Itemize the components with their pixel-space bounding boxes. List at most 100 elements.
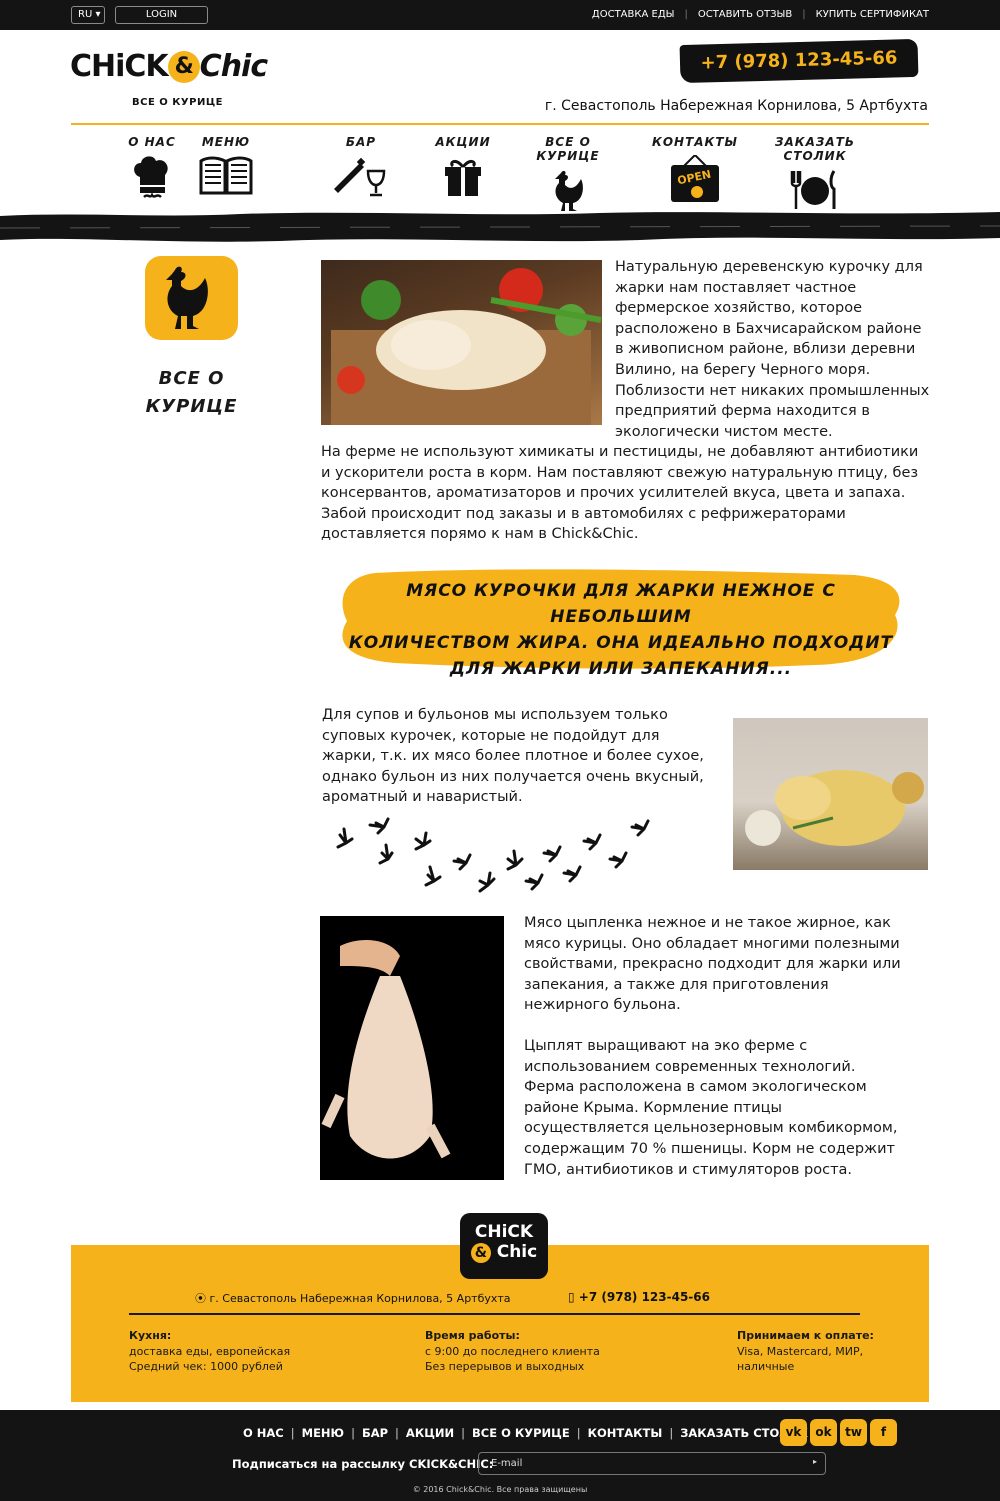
- separator: |: [684, 9, 688, 20]
- open-sign-icon: OPEN: [671, 155, 719, 202]
- side-chicken-badge: [145, 256, 238, 340]
- main-nav: О НАС МЕНЮ БАР АКЦИИ ВСЕ О КУРИЦЕ КОНТАК…: [100, 135, 900, 211]
- vk-icon[interactable]: vk: [780, 1419, 807, 1446]
- footer-phone-text: +7 (978) 123-45-66: [578, 1290, 710, 1304]
- chicken-photo: [745, 770, 924, 846]
- logo-chic: Chic: [199, 49, 268, 84]
- book-icon: [199, 156, 253, 195]
- paragraph-farm-details: На ферме не используют химикаты и пестиц…: [321, 444, 919, 543]
- email-placeholder: E-mail: [491, 1458, 523, 1469]
- nav-item-promo[interactable]: АКЦИИ: [408, 135, 518, 197]
- footer-address-text: г. Севастополь Набережная Корнилова, 5 А…: [209, 1292, 511, 1305]
- paragraph-chick-meat: Мясо цыпленка нежное и не такое жирное, …: [524, 915, 901, 1014]
- nav-item-contacts[interactable]: КОНТАКТЫ OPEN: [640, 135, 750, 203]
- login-button[interactable]: LOGIN: [115, 6, 208, 24]
- bottom-nav-menu[interactable]: МЕНЮ: [302, 1426, 344, 1440]
- logo[interactable]: CHiCK & Chic: [70, 49, 268, 84]
- nav-label: ВСЕ О КУРИЦЕ: [536, 135, 600, 163]
- subscribe-label: Подписаться на рассылку CKICK&CHIC:: [232, 1457, 494, 1471]
- footer-divider: [129, 1313, 860, 1315]
- separator: |: [576, 1426, 581, 1440]
- footer-payment-line: Visa, Mastercard, МИР,: [737, 1344, 864, 1358]
- logo-chick: CHiCK: [70, 49, 169, 84]
- top-links: ДОСТАВКА ЕДЫ | ОСТАВИТЬ ОТЗЫВ | КУПИТЬ С…: [592, 9, 929, 20]
- separator: |: [395, 1426, 399, 1440]
- paragraph-farm-intro: Натуральную деревенскую курочку для жарк…: [615, 259, 930, 440]
- nav-label: КОНТАКТЫ: [652, 135, 738, 149]
- footer-kitchen-line: Средний чек: 1000 рублей: [129, 1360, 283, 1373]
- side-title: ВСЕ О КУРИЦЕ: [145, 368, 238, 417]
- divider: [71, 123, 929, 125]
- quote-line: МЯСО КУРОЧКИ ДЛЯ ЖАРКИ НЕЖНОЕ С НЕБОЛЬШИ…: [406, 581, 836, 627]
- footer-logo-ampersand: &: [470, 1243, 491, 1263]
- bottom-nav-promo[interactable]: АКЦИИ: [406, 1426, 454, 1440]
- quote-line: ДЛЯ ЖАРКИ ИЛИ ЗАПЕКАНИЯ...: [449, 659, 793, 679]
- raw-chicken-vegetables-image: [321, 260, 602, 425]
- paragraph-soup-chicken: Для супов и бульонов мы используем тольк…: [322, 707, 704, 806]
- footer-logo[interactable]: CHiCK & Chic: [460, 1213, 548, 1279]
- footer-payment-line: наличные: [737, 1360, 795, 1373]
- footer-address: ⦿ г. Севастополь Набережная Корнилова, 5…: [195, 1290, 511, 1306]
- footer-logo-chic: & Chic: [460, 1242, 548, 1263]
- chicken-icon: [555, 170, 583, 211]
- email-input[interactable]: E-mail ▸: [478, 1452, 826, 1475]
- footer-payment-title: Принимаем к оплате:: [737, 1329, 874, 1342]
- footer-kitchen-title: Кухня:: [129, 1329, 172, 1342]
- bottom-nav-contacts[interactable]: КОНТАКТЫ: [588, 1426, 663, 1440]
- nav-item-bar[interactable]: БАР: [306, 135, 416, 197]
- chicken-footprints-decoration: [336, 817, 650, 893]
- top-link-delivery[interactable]: ДОСТАВКА ЕДЫ: [592, 9, 675, 20]
- nav-label: БАР: [345, 135, 377, 149]
- odnoklassniki-icon[interactable]: ok: [810, 1419, 837, 1446]
- footer-kitchen: Кухня: доставка еды, европейская Средний…: [129, 1328, 290, 1375]
- quote-line: КОЛИЧЕСТВОМ ЖИРА. ОНА ИДЕАЛЬНО ПОДХОДИТ: [348, 633, 894, 653]
- footer-hours-title: Время работы:: [425, 1329, 520, 1342]
- nav-item-about-chicken[interactable]: ВСЕ О КУРИЦЕ: [513, 135, 623, 213]
- map-pin-icon: ⦿: [195, 1292, 206, 1305]
- chef-hat-icon: [134, 156, 168, 198]
- top-bar: RU ▾ LOGIN ДОСТАВКА ЕДЫ | ОСТАВИТЬ ОТЗЫВ…: [0, 0, 1000, 30]
- brush-stripe: [0, 212, 1000, 242]
- nav-label: ЗАКАЗАТЬ СТОЛИК: [774, 135, 856, 163]
- nav-item-menu[interactable]: МЕНЮ: [171, 135, 281, 195]
- subscribe-submit-button[interactable]: ▸: [813, 1457, 817, 1466]
- top-link-review[interactable]: ОСТАВИТЬ ОТЗЫВ: [698, 9, 792, 20]
- wine-icon: [334, 157, 386, 197]
- footer-logo-chick: CHiCK: [474, 1222, 534, 1242]
- paragraph-chick-farm: Цыплят выращивают на эко ферме с использ…: [524, 1038, 898, 1178]
- soup-chicken-image: [733, 718, 928, 870]
- separator: |: [802, 9, 806, 20]
- separator: |: [351, 1426, 355, 1440]
- nav-label: МЕНЮ: [201, 135, 251, 149]
- separator: |: [461, 1426, 466, 1440]
- mobile-phone-icon: ▯: [568, 1290, 575, 1304]
- chicken-icon: [166, 266, 208, 329]
- bottom-nav-bar[interactable]: БАР: [362, 1426, 388, 1440]
- copyright: © 2016 Chick&Chic. Все права защищены: [412, 1485, 588, 1494]
- header-phone[interactable]: +7 (978) 123-45-66: [679, 38, 919, 84]
- hand-holding-chicken-image: [320, 916, 504, 1180]
- bottom-nav-about[interactable]: О НАС: [243, 1426, 284, 1440]
- facebook-icon[interactable]: f: [870, 1419, 897, 1446]
- logo-ampersand: &: [167, 51, 200, 83]
- twitter-icon[interactable]: tw: [840, 1419, 867, 1446]
- nav-item-reserve[interactable]: ЗАКАЗАТЬ СТОЛИК: [760, 135, 870, 211]
- plate-icon: [790, 170, 836, 209]
- footer-payment: Принимаем к оплате: Visa, Mastercard, МИ…: [737, 1328, 874, 1375]
- quote-text: МЯСО КУРОЧКИ ДЛЯ ЖАРКИ НЕЖНОЕ С НЕБОЛЬШИ…: [335, 578, 907, 682]
- footer-kitchen-line: доставка еды, европейская: [129, 1344, 291, 1358]
- tagline: ВСЕ О КУРИЦЕ: [132, 97, 223, 108]
- top-link-certificate[interactable]: КУПИТЬ СЕРТИФИКАТ: [816, 9, 929, 20]
- bottom-nav: О НАС | МЕНЮ | БАР | АКЦИИ | ВСЕ О КУРИЦ…: [243, 1426, 808, 1440]
- bottom-nav-about-chicken[interactable]: ВСЕ О КУРИЦЕ: [472, 1426, 570, 1440]
- footer-hours-line: Без перерывов и выходных: [425, 1360, 585, 1373]
- footer-phone[interactable]: ▯ +7 (978) 123-45-66: [568, 1290, 710, 1304]
- separator: |: [669, 1426, 674, 1440]
- gift-icon: [445, 160, 481, 196]
- chicken-photo: [331, 268, 602, 425]
- footer-hours: Время работы: с 9:00 до последнего клиен…: [425, 1328, 600, 1375]
- header-address: г. Севастополь Набережная Корнилова, 5 А…: [544, 98, 928, 114]
- footer-hours-line: с 9:00 до последнего клиента: [425, 1344, 600, 1358]
- language-select[interactable]: RU ▾: [71, 6, 105, 24]
- separator: |: [290, 1426, 295, 1440]
